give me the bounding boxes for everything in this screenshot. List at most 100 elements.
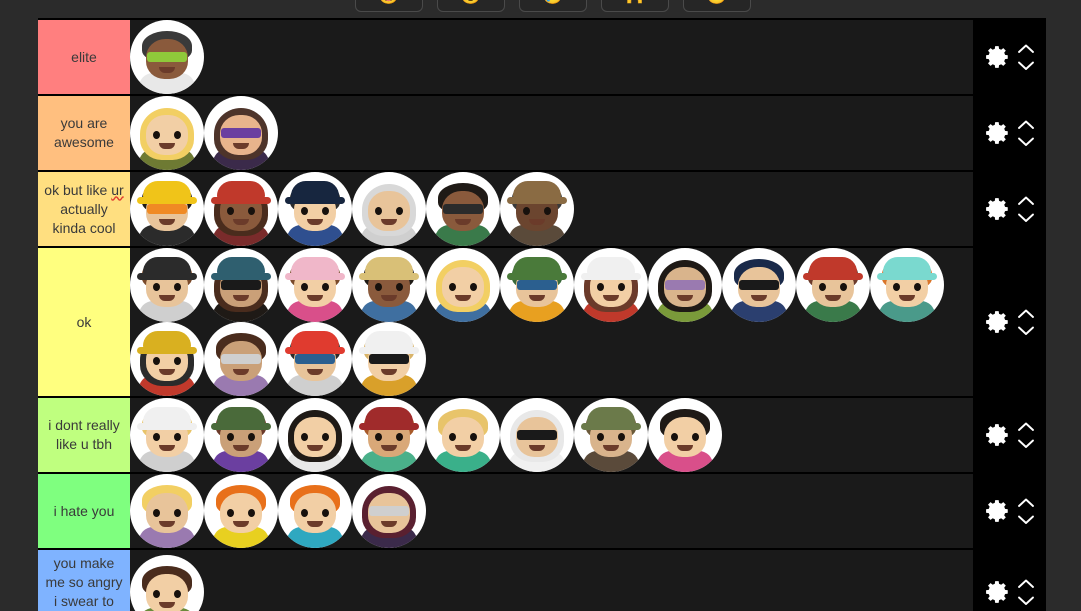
avatar-artwork	[130, 477, 204, 548]
avatar-artwork	[722, 251, 796, 322]
tier-drop-area[interactable]	[130, 172, 973, 246]
avatar-artwork	[204, 477, 278, 548]
avatar-artwork	[500, 401, 574, 472]
tier-drop-area[interactable]	[130, 550, 973, 611]
tier-label[interactable]: ok	[38, 248, 130, 396]
tier-label[interactable]: elite	[38, 20, 130, 94]
tier-drop-area[interactable]	[130, 20, 973, 94]
emoji-reaction-open-mouth[interactable]: 😮	[437, 0, 505, 12]
avatar-artwork	[130, 23, 204, 94]
chevron-up-icon[interactable]	[1017, 497, 1035, 508]
tier-label[interactable]: i dont really like u tbh	[38, 398, 130, 472]
emoji-reaction-neutral[interactable]: 😐	[683, 0, 751, 12]
emoji-reaction-raised-hands[interactable]: 🙌	[601, 0, 669, 12]
tier-label-text: elite	[71, 48, 97, 65]
tier-controls	[973, 172, 1046, 246]
avatar-item[interactable]	[130, 248, 204, 322]
avatar-item[interactable]	[204, 172, 278, 246]
avatar-item[interactable]	[796, 248, 870, 322]
chevron-up-icon[interactable]	[1017, 119, 1035, 130]
avatar-item[interactable]	[426, 248, 500, 322]
avatar-item[interactable]	[722, 248, 796, 322]
avatar-item[interactable]	[130, 96, 204, 170]
avatar-item[interactable]	[278, 322, 352, 396]
avatar-item[interactable]	[426, 172, 500, 246]
chevron-down-icon[interactable]	[1017, 60, 1035, 71]
chevron-up-icon[interactable]	[1017, 578, 1035, 589]
avatar-item[interactable]	[352, 474, 426, 548]
chevron-up-icon[interactable]	[1017, 43, 1035, 54]
avatar-item[interactable]	[204, 322, 278, 396]
avatar-item[interactable]	[278, 248, 352, 322]
chevron-up-icon[interactable]	[1017, 195, 1035, 206]
emoji-reaction-grin[interactable]: 😀	[355, 0, 423, 12]
gear-icon[interactable]	[985, 579, 1011, 605]
avatar-item[interactable]	[648, 248, 722, 322]
avatar-item[interactable]	[130, 474, 204, 548]
avatar-item[interactable]	[130, 20, 204, 94]
avatar-item[interactable]	[204, 474, 278, 548]
tier-label[interactable]: i hate you	[38, 474, 130, 548]
avatar-item[interactable]	[278, 474, 352, 548]
chevron-down-icon[interactable]	[1017, 136, 1035, 147]
tier-drop-area[interactable]	[130, 248, 973, 396]
avatar-item[interactable]	[352, 322, 426, 396]
avatar-artwork	[352, 175, 426, 246]
tier-drop-area[interactable]	[130, 96, 973, 170]
chevron-down-icon[interactable]	[1017, 325, 1035, 336]
avatar-artwork	[500, 175, 574, 246]
avatar-item[interactable]	[574, 248, 648, 322]
avatar-artwork	[204, 99, 278, 170]
avatar-item[interactable]	[500, 248, 574, 322]
chevron-down-icon[interactable]	[1017, 595, 1035, 606]
tier-row: i hate you	[38, 474, 1046, 550]
avatar-item[interactable]	[352, 398, 426, 472]
avatar-item[interactable]	[500, 398, 574, 472]
avatar-item[interactable]	[130, 322, 204, 396]
tier-label[interactable]: you make me so angry i swear to god	[38, 550, 130, 611]
avatar-item[interactable]	[648, 398, 722, 472]
gear-icon[interactable]	[985, 196, 1011, 222]
row-reorder-arrows	[1017, 578, 1035, 606]
tier-label[interactable]: ok but like ur actually kinda cool	[38, 172, 130, 246]
avatar-item[interactable]	[278, 172, 352, 246]
chevron-down-icon[interactable]	[1017, 514, 1035, 525]
avatar-artwork	[204, 401, 278, 472]
avatar-item[interactable]	[204, 96, 278, 170]
avatar-item[interactable]	[500, 172, 574, 246]
avatar-item[interactable]	[352, 248, 426, 322]
gear-icon[interactable]	[985, 498, 1011, 524]
avatar-item[interactable]	[278, 398, 352, 472]
gear-icon[interactable]	[985, 120, 1011, 146]
avatar-artwork	[130, 401, 204, 472]
avatar-item[interactable]	[574, 398, 648, 472]
tier-controls	[973, 96, 1046, 170]
tier-drop-area[interactable]	[130, 398, 973, 472]
chevron-up-icon[interactable]	[1017, 308, 1035, 319]
emoji-reaction-grin-glyph: 😀	[378, 0, 399, 4]
chevron-down-icon[interactable]	[1017, 438, 1035, 449]
avatar-item[interactable]	[130, 555, 204, 611]
gear-icon[interactable]	[985, 422, 1011, 448]
tier-controls	[973, 248, 1046, 396]
tier-controls	[973, 550, 1046, 611]
chevron-up-icon[interactable]	[1017, 421, 1035, 432]
chevron-down-icon[interactable]	[1017, 212, 1035, 223]
tier-label[interactable]: you are awesome	[38, 96, 130, 170]
avatar-artwork	[574, 251, 648, 322]
tier-label-text: i dont really like u tbh	[48, 417, 120, 452]
avatar-item[interactable]	[870, 248, 944, 322]
avatar-item[interactable]	[426, 398, 500, 472]
avatar-artwork	[130, 325, 204, 396]
row-reorder-arrows	[1017, 421, 1035, 449]
avatar-item[interactable]	[204, 398, 278, 472]
gear-icon[interactable]	[985, 309, 1011, 335]
avatar-item[interactable]	[130, 172, 204, 246]
emoji-reaction-cry[interactable]: 😢	[519, 0, 587, 12]
gear-icon[interactable]	[985, 44, 1011, 70]
avatar-item[interactable]	[352, 172, 426, 246]
tier-drop-area[interactable]	[130, 474, 973, 548]
avatar-item[interactable]	[130, 398, 204, 472]
emoji-reaction-raised-hands-glyph: 🙌	[624, 0, 645, 4]
avatar-item[interactable]	[204, 248, 278, 322]
